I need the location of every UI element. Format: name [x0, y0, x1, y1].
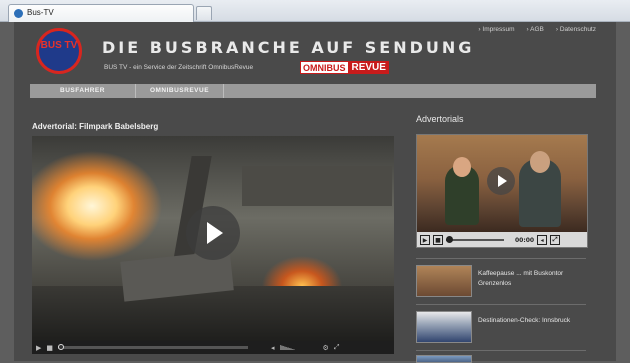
play-icon[interactable]: ▶ — [36, 344, 41, 352]
datenschutz-link[interactable]: › Datenschutz — [556, 26, 596, 33]
omnibusrevue-brand-link[interactable]: OMNIBUS REVUE — [300, 61, 389, 74]
agb-link[interactable]: › AGB — [527, 26, 544, 33]
video-heading: Advertorial: Filmpark Babelsberg — [32, 122, 159, 131]
fullscreen-icon[interactable]: ⤢ — [550, 235, 561, 245]
advertorial-video-player[interactable]: ▶ ■ 00:00 ◂ ⤢ — [416, 134, 588, 248]
site-page: BUS TV DIE BUSBRANCHE AUF SENDUNG BUS TV… — [14, 22, 616, 363]
brand-omnibus: OMNIBUS — [300, 61, 349, 74]
play-icon[interactable] — [186, 206, 240, 260]
sidebar-divider — [416, 258, 586, 259]
player-time: 00:00 — [515, 236, 535, 244]
sidebar-divider — [416, 304, 586, 305]
seek-handle[interactable] — [446, 236, 453, 243]
advertorial-thumbnail[interactable] — [416, 265, 472, 297]
brand-revue: REVUE — [348, 61, 389, 74]
logo-text: BUS TV — [40, 40, 78, 51]
site-title: DIE BUSBRANCHE AUF SENDUNG — [102, 38, 475, 57]
stop-icon[interactable]: ■ — [46, 344, 53, 352]
impressum-link[interactable]: › Impressum — [478, 26, 514, 33]
video-person-left-head — [453, 157, 471, 177]
sidebar-divider — [416, 350, 586, 351]
volume-icon[interactable]: ◂ — [271, 344, 275, 352]
video-seek-bar[interactable] — [58, 344, 249, 350]
advertorial-thumbnail[interactable] — [416, 311, 472, 343]
main-nav: BUSFAHRER OMNIBUSREVUE — [30, 84, 596, 98]
bus-tv-logo[interactable]: BUS TV — [36, 28, 82, 74]
advertorials-heading: Advertorials — [416, 114, 464, 124]
nav-item-busfahrer[interactable]: BUSFAHRER — [30, 84, 136, 98]
advertorial-item-title[interactable]: Kaffeepause ... mit Buskontor Grenzenlos — [478, 269, 588, 289]
tab-title: Bus-TV — [27, 8, 54, 17]
video-scene-building — [242, 166, 392, 206]
play-icon[interactable]: ▶ — [420, 235, 430, 245]
advertorial-seek-bar[interactable] — [446, 236, 504, 243]
browser-chrome: Bus-TV — [0, 0, 630, 22]
site-header: BUS TV DIE BUSBRANCHE AUF SENDUNG BUS TV… — [14, 22, 616, 84]
new-tab-button[interactable] — [196, 6, 212, 20]
top-links: › Impressum › AGB › Datenschutz — [478, 26, 596, 33]
fullscreen-icon[interactable]: ⤢ — [334, 343, 340, 352]
video-controls: ▶ ■ ◂ ⚙ ⤢ — [32, 341, 394, 354]
settings-icon[interactable]: ⚙ — [323, 344, 329, 352]
site-favicon-icon — [14, 9, 23, 18]
video-person-right-head — [530, 151, 550, 173]
main-video-player[interactable]: ▶ ■ ◂ ⚙ ⤢ — [32, 136, 394, 354]
advertorial-item-title[interactable]: Destinationen-Check: Innsbruck — [478, 316, 588, 326]
advertorial-video-controls: ▶ ■ 00:00 ◂ ⤢ — [417, 232, 587, 247]
video-scene-ground — [32, 286, 394, 341]
advertorial-thumbnail[interactable] — [416, 355, 472, 363]
browser-tab[interactable]: Bus-TV — [8, 4, 194, 22]
stop-icon[interactable]: ■ — [433, 235, 443, 245]
seek-handle[interactable] — [58, 344, 65, 350]
tagline: BUS TV - ein Service der Zeitschrift Omn… — [104, 64, 254, 71]
nav-item-omnibusrevue[interactable]: OMNIBUSREVUE — [136, 84, 225, 98]
volume-icon[interactable]: ◂ — [537, 235, 548, 245]
play-icon[interactable] — [487, 167, 515, 195]
volume-slider[interactable] — [279, 345, 296, 350]
